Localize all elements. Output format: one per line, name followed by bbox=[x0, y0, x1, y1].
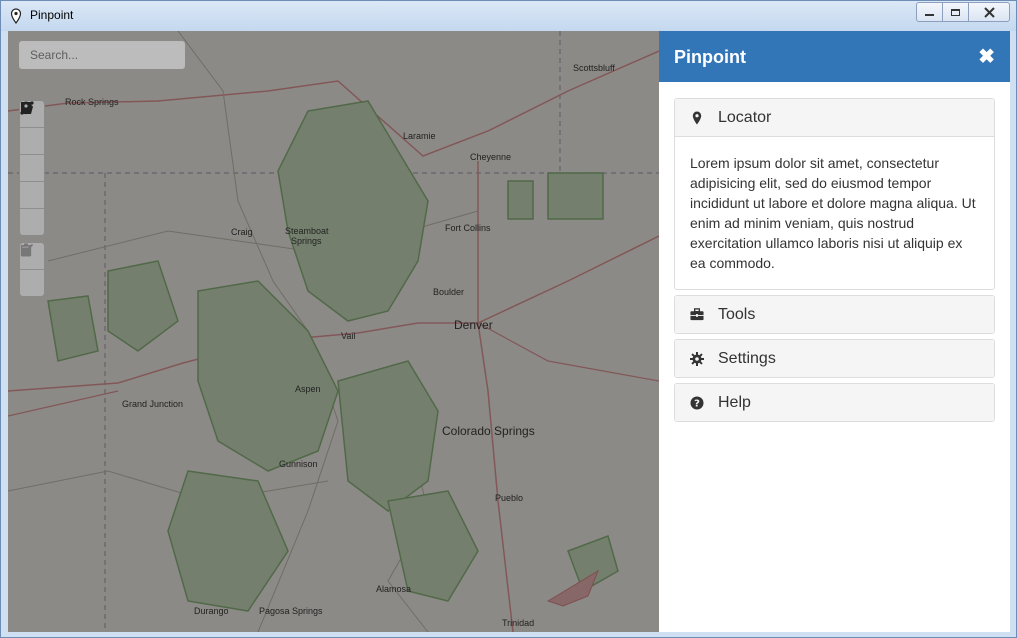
maximize-button[interactable] bbox=[943, 3, 969, 21]
panel-tools-header[interactable]: Tools bbox=[675, 296, 994, 333]
map-label: Scottsbluff bbox=[573, 63, 615, 73]
briefcase-icon bbox=[690, 308, 704, 322]
draw-marker-button[interactable] bbox=[20, 101, 44, 235]
draw-toolbar bbox=[19, 100, 45, 236]
map-label: Rock Springs bbox=[65, 97, 119, 107]
svg-text:?: ? bbox=[694, 398, 700, 409]
map-label: Cheyenne bbox=[470, 152, 512, 162]
draw-polygon-button[interactable] bbox=[20, 102, 44, 155]
map-label: Gunnison bbox=[279, 459, 318, 469]
panel-help: ? Help bbox=[674, 383, 995, 422]
close-icon bbox=[983, 6, 995, 18]
draw-rectangle-button[interactable] bbox=[20, 102, 44, 182]
map-label: Springs bbox=[291, 236, 322, 246]
window-title: Pinpoint bbox=[30, 8, 74, 22]
map-label: Pueblo bbox=[495, 493, 524, 503]
panel-locator-body: Lorem ipsum dolor sit amet, consectetur … bbox=[690, 155, 976, 271]
panel-help-header[interactable]: ? Help bbox=[675, 384, 994, 421]
map-label: Durango bbox=[194, 606, 229, 616]
panel-label: Tools bbox=[718, 305, 756, 323]
map-label: Trinidad bbox=[502, 618, 535, 628]
panel-settings: Settings bbox=[674, 339, 995, 378]
search-input[interactable] bbox=[19, 41, 185, 69]
panel-label: Settings bbox=[718, 349, 776, 367]
marker-icon bbox=[21, 101, 31, 115]
map-label: Boulder bbox=[433, 287, 465, 297]
client-area: Rock Springs Scottsbluff Laramie Cheyenn… bbox=[8, 31, 1010, 632]
map-label: Fort Collins bbox=[445, 223, 491, 233]
panel-locator-header[interactable]: Locator bbox=[675, 99, 994, 137]
panel-locator: Locator Lorem ipsum dolor sit amet, cons… bbox=[674, 98, 995, 290]
maximize-icon bbox=[951, 8, 960, 16]
panel-tools: Tools bbox=[674, 295, 995, 334]
map-label: Vail bbox=[341, 331, 356, 341]
map-label: Denver bbox=[454, 318, 493, 332]
panel-label: Help bbox=[718, 393, 751, 411]
map-label: Aspen bbox=[295, 384, 321, 394]
sidebar-title: Pinpoint bbox=[674, 47, 746, 67]
map-label: Colorado Springs bbox=[442, 424, 535, 438]
title-bar[interactable]: Pinpoint bbox=[1, 1, 1016, 31]
panel-settings-header[interactable]: Settings bbox=[675, 340, 994, 377]
map-overlay bbox=[8, 31, 659, 632]
question-circle-icon: ? bbox=[690, 396, 704, 410]
close-window-button[interactable] bbox=[969, 3, 1009, 21]
accordion: Locator Lorem ipsum dolor sit amet, cons… bbox=[659, 82, 1010, 422]
map-label: Pagosa Springs bbox=[259, 606, 323, 616]
edit-toolbar bbox=[19, 242, 45, 297]
map-label: Laramie bbox=[403, 131, 436, 141]
map-marker-icon bbox=[690, 111, 704, 125]
panel-label: Locator bbox=[718, 108, 772, 126]
minimize-button[interactable] bbox=[917, 3, 943, 21]
trash-icon bbox=[21, 243, 31, 257]
sidebar-close-icon[interactable]: ✖ bbox=[978, 44, 995, 69]
app-window: Pinpoint Rock Springs Scottsbluff Larami… bbox=[0, 0, 1017, 638]
delete-layers-button[interactable] bbox=[20, 243, 44, 296]
map-view[interactable]: Rock Springs Scottsbluff Laramie Cheyenn… bbox=[8, 31, 659, 632]
map-label: Craig bbox=[231, 227, 253, 237]
map-label: Steamboat bbox=[285, 226, 329, 236]
sidebar: Pinpoint ✖ Locator Lorem ipsum dolor sit… bbox=[659, 31, 1010, 632]
pin-app-icon bbox=[10, 8, 22, 24]
map-label: Grand Junction bbox=[122, 399, 184, 409]
window-controls bbox=[916, 2, 1010, 22]
map-label: Alamosa bbox=[376, 584, 412, 594]
gear-icon bbox=[690, 351, 704, 366]
draw-circle-button[interactable] bbox=[20, 102, 44, 209]
sidebar-header: Pinpoint ✖ bbox=[659, 31, 1010, 82]
minimize-icon bbox=[925, 14, 934, 16]
